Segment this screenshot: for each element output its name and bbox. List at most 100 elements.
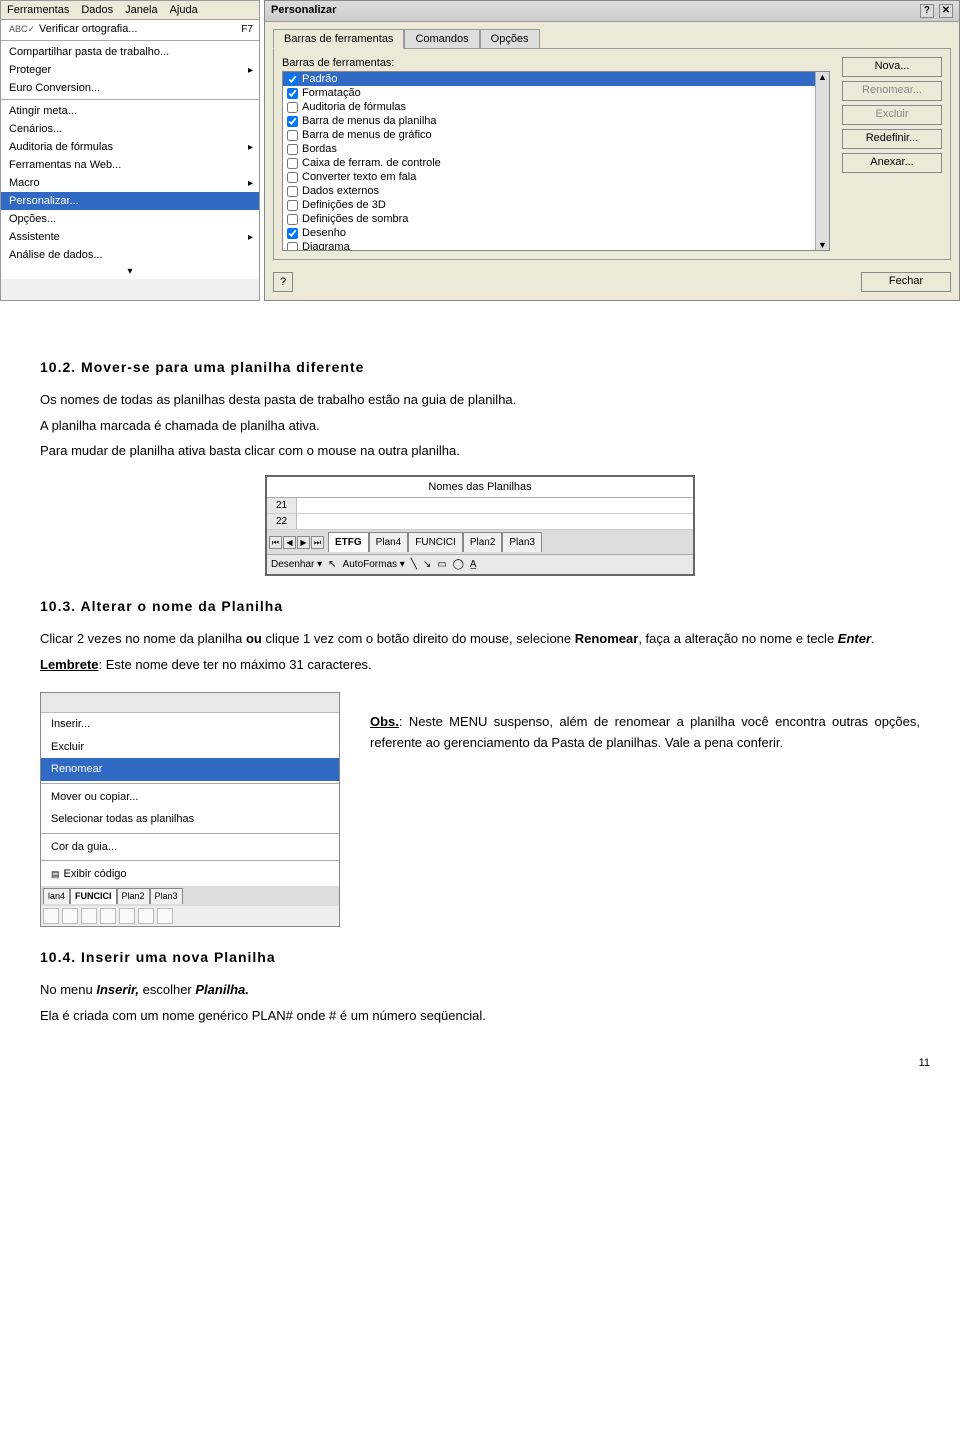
tab-options[interactable]: Opções [480, 29, 540, 49]
sheet-nav-arrows[interactable]: ⏮ ◀ ▶ ⏭ [269, 536, 324, 549]
dialog-help-icon[interactable]: ? [273, 272, 293, 292]
menu-goal[interactable]: Atingir meta... [1, 102, 259, 120]
toolbar-icon[interactable] [157, 908, 173, 924]
tb-item[interactable]: Diagrama [283, 240, 829, 251]
sheet-tab[interactable]: Plan2 [117, 888, 150, 905]
tb-check[interactable] [287, 228, 298, 239]
menu-share[interactable]: Compartilhar pasta de trabalho... [1, 43, 259, 61]
tb-check[interactable] [287, 158, 298, 169]
tb-check[interactable] [287, 144, 298, 155]
tb-check[interactable] [287, 200, 298, 211]
help-icon[interactable]: ? [920, 4, 934, 18]
new-button[interactable]: Nova... [842, 57, 942, 77]
scroll-up-icon[interactable]: ▲ [818, 72, 827, 82]
tab-toolbars[interactable]: Barras de ferramentas [273, 29, 404, 49]
ctx-rename[interactable]: Renomear [41, 758, 339, 781]
ctx-delete[interactable]: Excluir [41, 736, 339, 759]
menu-personalize[interactable]: Personalizar... [1, 192, 259, 210]
tb-label: Barra de menus de gráfico [302, 129, 432, 141]
sheet-tab[interactable]: Plan3 [150, 888, 183, 905]
menu-ferramentas[interactable]: Ferramentas [1, 1, 75, 19]
last-sheet-icon[interactable]: ⏭ [311, 536, 324, 549]
oval-icon[interactable]: ◯ [453, 557, 464, 572]
tb-check[interactable] [287, 186, 298, 197]
listbox-scrollbar[interactable]: ▲▼ [815, 72, 829, 250]
ctx-select-all[interactable]: Selecionar todas as planilhas [41, 808, 339, 831]
tb-item[interactable]: Desenho [283, 226, 829, 240]
tb-item[interactable]: Barra de menus de gráfico [283, 128, 829, 142]
rename-button[interactable]: Renomear... [842, 81, 942, 101]
menu-ajuda[interactable]: Ajuda [164, 1, 204, 19]
tb-check[interactable] [287, 88, 298, 99]
ctx-tab-color[interactable]: Cor da guia... [41, 836, 339, 859]
draw-menu[interactable]: Desenhar ▾ [271, 557, 322, 572]
next-sheet-icon[interactable]: ▶ [297, 536, 310, 549]
row-number: 22 [267, 514, 297, 529]
menu-spellcheck[interactable]: ABC✓ Verificar ortografia... F7 [1, 20, 259, 38]
tb-check[interactable] [287, 102, 298, 113]
tb-item[interactable]: Definições de 3D [283, 198, 829, 212]
sheet-tab[interactable]: Plan4 [369, 532, 409, 552]
close-icon[interactable]: ✕ [939, 4, 953, 18]
toolbar-icon[interactable] [81, 908, 97, 924]
tb-item-padrao[interactable]: Padrão [283, 72, 829, 86]
tb-check[interactable] [287, 74, 298, 85]
toolbar-icon[interactable] [138, 908, 154, 924]
sheet-tab[interactable]: Plan2 [463, 532, 503, 552]
tb-item[interactable]: Bordas [283, 142, 829, 156]
tb-item[interactable]: Dados externos [283, 184, 829, 198]
menu-webtools[interactable]: Ferramentas na Web... [1, 156, 259, 174]
menu-options[interactable]: Opções... [1, 210, 259, 228]
tb-item[interactable]: Auditoria de fórmulas [283, 100, 829, 114]
ctx-view-code[interactable]: ▤Exibir código [41, 863, 339, 886]
pointer-icon[interactable]: ↖ [328, 557, 336, 572]
textbox-icon[interactable]: A̲ [470, 557, 477, 572]
menu-macro[interactable]: Macro [1, 174, 259, 192]
reset-button[interactable]: Redefinir... [842, 129, 942, 149]
menu-scenarios[interactable]: Cenários... [1, 120, 259, 138]
sheet-tab-etfg[interactable]: ETFG [328, 532, 369, 552]
autoshapes-menu[interactable]: AutoFormas ▾ [343, 557, 405, 572]
sheet-tab[interactable]: lan4 [43, 888, 70, 905]
sheet-tab[interactable]: FUNCICI [70, 888, 117, 905]
menu-analysis[interactable]: Análise de dados... [1, 246, 259, 264]
tab-commands[interactable]: Comandos [404, 29, 479, 49]
menu-protect[interactable]: Proteger [1, 61, 259, 79]
toolbars-listbox[interactable]: Padrão Formatação Auditoria de fórmulas … [282, 71, 830, 251]
tb-item[interactable]: Barra de menus da planilha [283, 114, 829, 128]
tb-item[interactable]: Definições de sombra [283, 212, 829, 226]
tb-check[interactable] [287, 116, 298, 127]
tb-check[interactable] [287, 214, 298, 225]
tb-check[interactable] [287, 172, 298, 183]
close-button[interactable]: Fechar [861, 272, 951, 292]
line-icon[interactable]: ╲ [411, 557, 417, 572]
tb-check[interactable] [287, 130, 298, 141]
rect-icon[interactable]: ▭ [437, 557, 446, 572]
toolbar-icon[interactable] [119, 908, 135, 924]
tb-check[interactable] [287, 242, 298, 252]
toolbar-icon[interactable] [43, 908, 59, 924]
sheet-tab[interactable]: Plan3 [502, 532, 542, 552]
first-sheet-icon[interactable]: ⏮ [269, 536, 282, 549]
menu-janela[interactable]: Janela [119, 1, 163, 19]
delete-button[interactable]: Excluir [842, 105, 942, 125]
menu-expand-chevron-icon[interactable]: ▾ [1, 264, 259, 279]
ctx-move[interactable]: Mover ou copiar... [41, 786, 339, 809]
attach-button[interactable]: Anexar... [842, 153, 942, 173]
prev-sheet-icon[interactable]: ◀ [283, 536, 296, 549]
para-104-2: Ela é criada com um nome genérico PLAN# … [40, 1006, 920, 1026]
toolbar-icon[interactable] [62, 908, 78, 924]
menu-dados[interactable]: Dados [75, 1, 119, 19]
tb-item[interactable]: Formatação [283, 86, 829, 100]
sheet-tab[interactable]: FUNCICI [408, 532, 463, 552]
tb-item[interactable]: Converter texto em fala [283, 170, 829, 184]
arrow-icon[interactable]: ↘ [423, 557, 431, 572]
menu-assistant[interactable]: Assistente [1, 228, 259, 246]
tb-item[interactable]: Caixa de ferram. de controle [283, 156, 829, 170]
menu-euro[interactable]: Euro Conversion... [1, 79, 259, 97]
context-menu-screenshot: Inserir... Excluir Renomear Mover ou cop… [40, 692, 340, 927]
menu-audit[interactable]: Auditoria de fórmulas [1, 138, 259, 156]
toolbar-icon[interactable] [100, 908, 116, 924]
scroll-down-icon[interactable]: ▼ [818, 240, 827, 250]
ctx-insert[interactable]: Inserir... [41, 713, 339, 736]
